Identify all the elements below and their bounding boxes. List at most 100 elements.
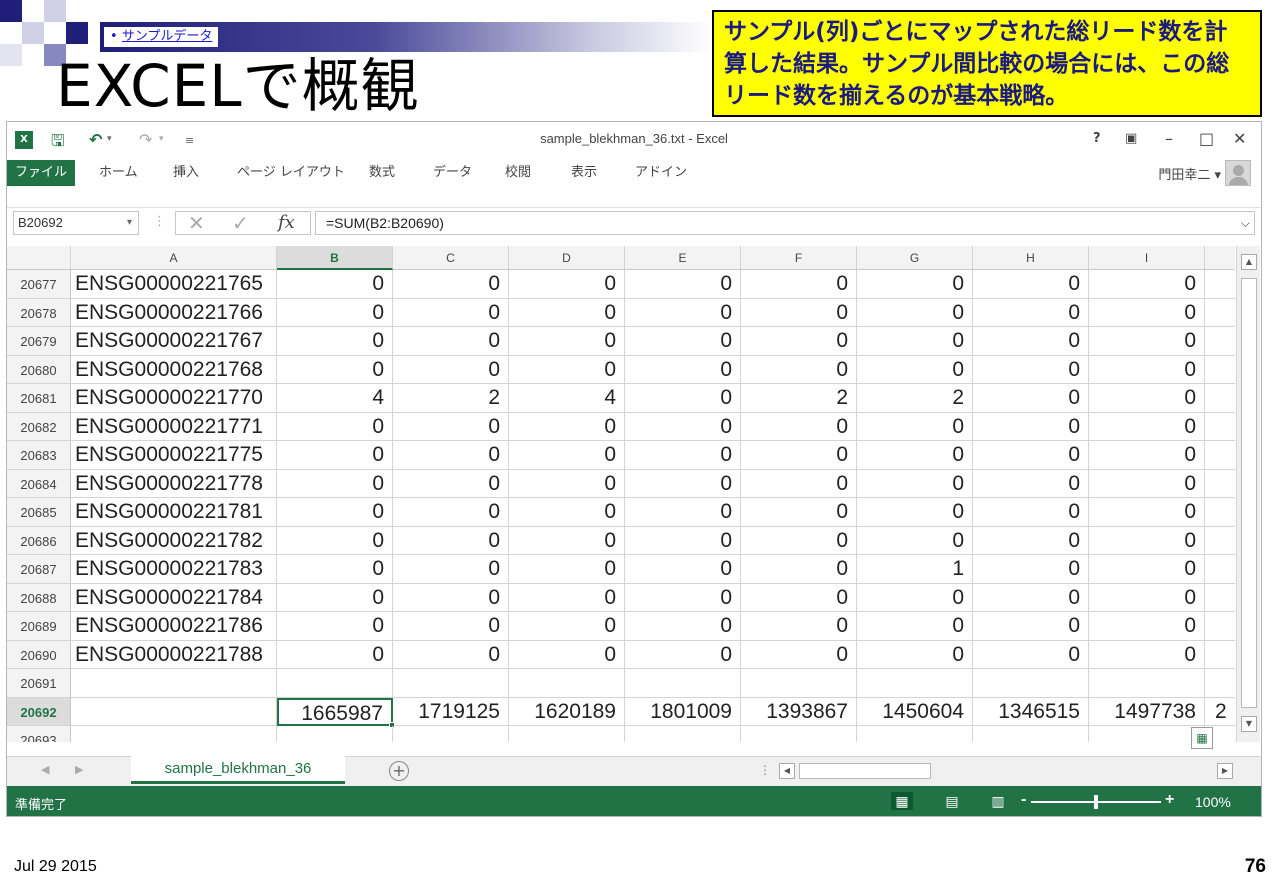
cell[interactable]: 0 <box>857 412 973 441</box>
cell[interactable]: 0 <box>393 612 509 641</box>
user-name[interactable]: 門田幸二 ▾ <box>1158 164 1221 183</box>
cell[interactable]: 0 <box>741 412 857 441</box>
cell[interactable] <box>71 726 277 742</box>
cell[interactable]: 0 <box>741 441 857 470</box>
cell[interactable] <box>277 726 393 742</box>
cell[interactable]: 0 <box>741 583 857 612</box>
cell[interactable]: 0 <box>857 298 973 327</box>
page-break-view-icon[interactable]: ▥ <box>987 792 1009 810</box>
cell[interactable]: 0 <box>509 327 625 356</box>
cell[interactable]: 1393867 <box>741 697 857 726</box>
cell[interactable]: 0 <box>393 298 509 327</box>
cell[interactable]: 0 <box>973 583 1089 612</box>
cell[interactable]: 0 <box>277 498 393 527</box>
row-header[interactable]: 20683 <box>7 441 71 470</box>
cell[interactable]: 0 <box>509 640 625 669</box>
prev-sheet-icon[interactable]: ◀ <box>41 763 49 776</box>
column-header-e[interactable]: E <box>625 246 741 270</box>
cell-partial[interactable] <box>1205 470 1235 498</box>
cell[interactable]: 0 <box>857 355 973 384</box>
column-header-partial[interactable] <box>1205 246 1235 270</box>
horizontal-scroll-thumb[interactable] <box>799 763 931 779</box>
cell[interactable]: 0 <box>1089 384 1205 413</box>
user-name-text[interactable]: 門田幸二 <box>1158 168 1210 183</box>
cell[interactable] <box>509 726 625 742</box>
cell[interactable]: 0 <box>1089 441 1205 470</box>
cell-partial[interactable] <box>1205 527 1235 555</box>
cell[interactable]: ENSG00000221770 <box>71 384 277 413</box>
tab-file[interactable]: ファイル <box>7 160 76 186</box>
cell[interactable]: ENSG00000221784 <box>71 583 277 612</box>
cell[interactable]: 0 <box>509 498 625 527</box>
cell[interactable]: 1497738 <box>1089 697 1205 726</box>
scroll-up-icon[interactable]: ▲ <box>1241 254 1257 270</box>
cell[interactable]: 0 <box>625 612 741 641</box>
cell[interactable] <box>625 726 741 742</box>
tab-insert[interactable]: 挿入 <box>165 162 207 184</box>
cell[interactable]: ENSG00000221765 <box>71 270 277 299</box>
zoom-out-icon[interactable]: - <box>1021 791 1026 809</box>
cell-partial[interactable] <box>1205 413 1235 441</box>
cell[interactable]: 0 <box>393 327 509 356</box>
cell[interactable]: 2 <box>741 384 857 413</box>
page-layout-view-icon[interactable]: ▤ <box>941 792 963 810</box>
cell[interactable]: 0 <box>277 441 393 470</box>
cell[interactable]: 0 <box>741 469 857 498</box>
cell[interactable]: ENSG00000221778 <box>71 469 277 498</box>
cell[interactable]: 1 <box>857 555 973 584</box>
cell[interactable]: 0 <box>393 270 509 299</box>
cell[interactable]: 4 <box>509 384 625 413</box>
cell[interactable]: 0 <box>625 640 741 669</box>
cell[interactable]: 0 <box>973 555 1089 584</box>
avatar[interactable] <box>1225 160 1251 186</box>
cell[interactable] <box>277 669 393 698</box>
cell[interactable]: 0 <box>741 526 857 555</box>
cell[interactable]: 0 <box>973 612 1089 641</box>
cell[interactable]: 0 <box>625 583 741 612</box>
cell[interactable]: 0 <box>741 555 857 584</box>
splitter-icon[interactable]: ⋮ <box>759 763 771 777</box>
cell[interactable] <box>741 669 857 698</box>
cell[interactable]: 0 <box>625 555 741 584</box>
row-header[interactable]: 20693 <box>7 726 71 742</box>
cell[interactable]: 0 <box>857 270 973 299</box>
row-header[interactable]: 20677 <box>7 270 71 299</box>
enter-icon[interactable]: ✓ <box>232 212 249 234</box>
cell[interactable]: 0 <box>1089 327 1205 356</box>
cell[interactable]: 0 <box>277 583 393 612</box>
cell[interactable]: 0 <box>741 612 857 641</box>
vertical-scroll-thumb[interactable] <box>1241 278 1257 708</box>
active-cell[interactable]: 1665987 <box>277 697 393 726</box>
cell[interactable]: ENSG00000221788 <box>71 640 277 669</box>
row-header[interactable]: 20691 <box>7 669 71 698</box>
row-header[interactable]: 20692 <box>7 697 71 726</box>
cell[interactable]: 0 <box>1089 412 1205 441</box>
cell[interactable]: 0 <box>741 640 857 669</box>
cell[interactable]: 0 <box>509 441 625 470</box>
tab-data[interactable]: データ <box>425 162 480 184</box>
cell[interactable]: 0 <box>509 412 625 441</box>
cell[interactable]: 4 <box>277 384 393 413</box>
cell-partial[interactable] <box>1205 584 1235 612</box>
row-header[interactable]: 20687 <box>7 555 71 584</box>
cell[interactable]: 0 <box>741 498 857 527</box>
cell[interactable]: 0 <box>973 327 1089 356</box>
cell[interactable]: 0 <box>625 270 741 299</box>
row-header[interactable]: 20680 <box>7 355 71 384</box>
scroll-left-icon[interactable]: ◀ <box>779 763 795 779</box>
bullet-link[interactable]: • サンプルデータ <box>104 27 219 47</box>
cell[interactable]: 0 <box>277 412 393 441</box>
tab-view[interactable]: 表示 <box>563 162 605 184</box>
insert-function-icon[interactable]: fx <box>278 212 295 234</box>
tab-review[interactable]: 校閲 <box>497 162 539 184</box>
cell-partial[interactable] <box>1205 498 1235 527</box>
column-header-c[interactable]: C <box>393 246 509 270</box>
cell[interactable]: 0 <box>509 270 625 299</box>
cell-partial[interactable] <box>1205 356 1235 384</box>
column-header-d[interactable]: D <box>509 246 625 270</box>
cell[interactable]: 0 <box>509 355 625 384</box>
cell[interactable]: 0 <box>973 441 1089 470</box>
cell[interactable] <box>71 669 277 698</box>
cell[interactable]: 0 <box>857 583 973 612</box>
cell[interactable]: 0 <box>393 640 509 669</box>
